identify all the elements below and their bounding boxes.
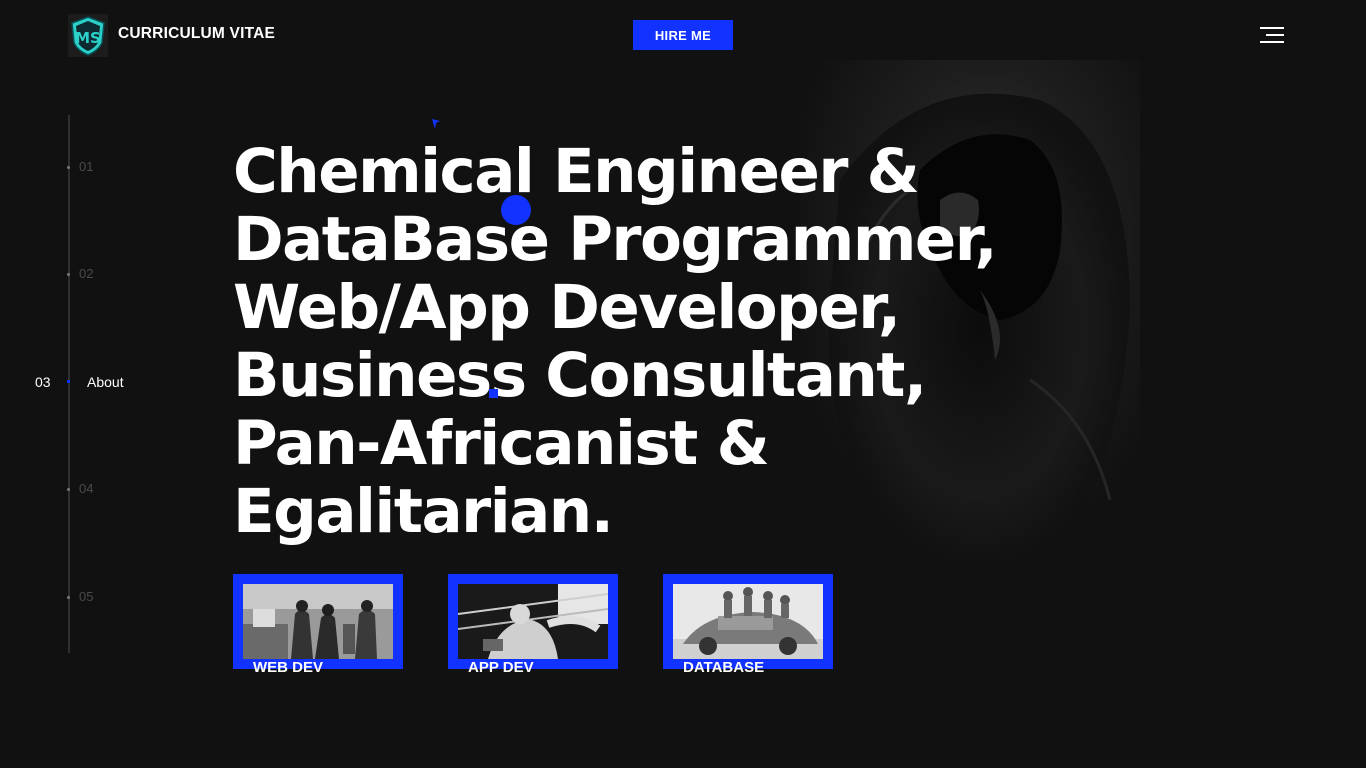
hamburger-menu-icon[interactable] (1258, 23, 1286, 47)
card-app-dev[interactable]: APP DEV (448, 574, 618, 676)
svg-text:MS: MS (75, 29, 101, 47)
cursor-square (489, 389, 498, 398)
card-label: APP DEV (468, 659, 534, 676)
side-nav-item-about[interactable]: About (87, 374, 124, 390)
side-nav-item-04[interactable]: 04 (79, 481, 93, 496)
men-standing-street-photo (243, 584, 393, 659)
headline-line: Pan-Africanist & (233, 408, 770, 479)
people-on-vintage-car-photo (673, 584, 823, 659)
site-title[interactable]: CURRICULUM VITAE (118, 25, 275, 43)
card-database[interactable]: DATABASE (663, 574, 833, 676)
nav-dot (67, 273, 70, 276)
logo[interactable]: MS (68, 14, 108, 57)
nav-dot (67, 488, 70, 491)
hero-headline: Chemical Engineer & DataBase Programmer,… (233, 138, 1133, 546)
headline-line: DataBase Programmer, (233, 204, 998, 275)
side-nav-item-05[interactable]: 05 (79, 589, 93, 604)
headline-line: Web/App Developer, (233, 272, 901, 343)
nav-dot (67, 596, 70, 599)
nav-active-indicator (67, 380, 70, 383)
cursor-follower-dot (501, 195, 531, 225)
card-label: WEB DEV (253, 659, 324, 676)
headline-line: Egalitarian. (233, 476, 614, 547)
headline-line: Business Consultant, (233, 340, 927, 411)
hire-me-button[interactable]: HIRE ME (633, 20, 733, 50)
page: MS CURRICULUM VITAE HIRE ME 01 02 03 Abo… (0, 0, 1366, 768)
shield-logo-icon: MS (71, 15, 105, 56)
side-nav-track (68, 115, 70, 653)
boxer-in-ring-photo (458, 584, 608, 659)
side-nav-item-02[interactable]: 02 (79, 266, 93, 281)
side-nav-item-01[interactable]: 01 (79, 159, 93, 174)
cursor-pointer-icon (432, 119, 440, 129)
card-web-dev[interactable]: WEB DEV (233, 574, 403, 676)
nav-dot (67, 166, 70, 169)
card-label: DATABASE (683, 659, 765, 676)
side-nav-active-number: 03 (35, 374, 51, 390)
headline-line: Chemical Engineer & (233, 136, 920, 207)
